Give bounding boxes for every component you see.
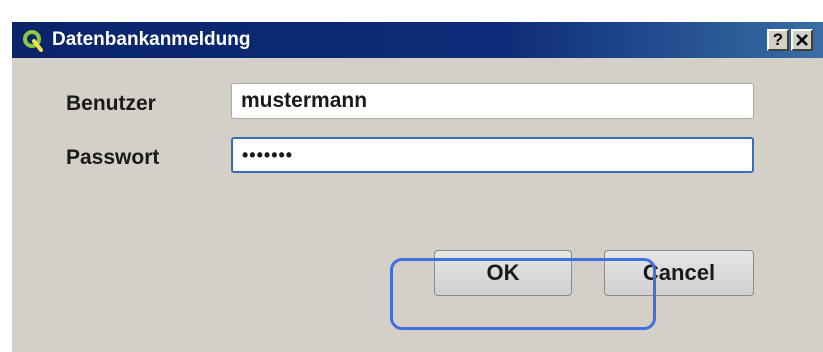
login-dialog: Datenbankanmeldung ? <box>10 22 823 352</box>
ok-button[interactable]: OK <box>434 250 572 296</box>
title-bar[interactable]: Datenbankanmeldung ? <box>12 22 823 58</box>
user-input[interactable]: mustermann <box>231 83 754 119</box>
password-label: Passwort <box>66 146 160 169</box>
close-icon <box>796 34 808 46</box>
cancel-button[interactable]: Cancel <box>604 250 754 296</box>
user-label: Benutzer <box>66 92 156 115</box>
help-button[interactable]: ? <box>767 29 789 51</box>
qgis-icon <box>22 28 44 52</box>
close-button[interactable] <box>791 29 813 51</box>
password-input[interactable]: ••••••• <box>231 137 754 173</box>
dialog-title: Datenbankanmeldung <box>52 29 251 50</box>
